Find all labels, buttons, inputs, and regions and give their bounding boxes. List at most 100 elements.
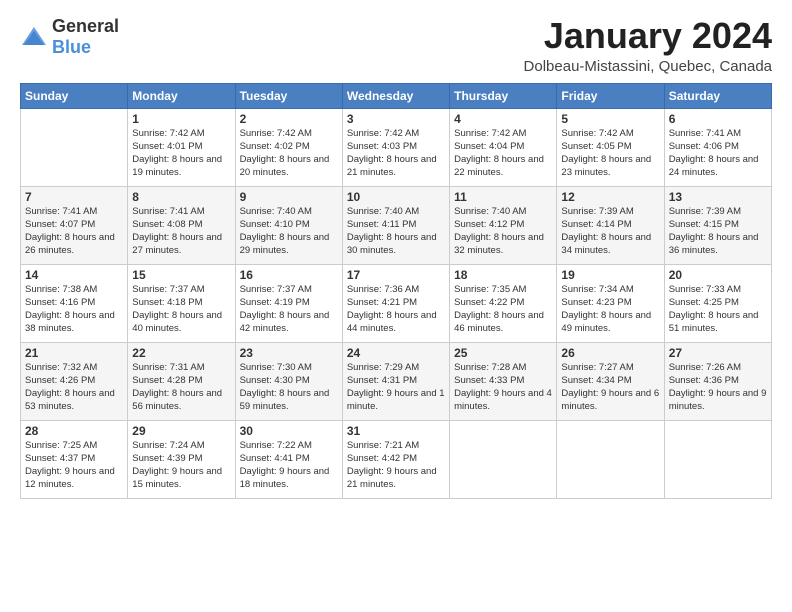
- calendar-cell: [664, 420, 771, 498]
- day-info: Sunrise: 7:40 AMSunset: 4:11 PMDaylight:…: [347, 205, 445, 258]
- day-info: Sunrise: 7:35 AMSunset: 4:22 PMDaylight:…: [454, 283, 552, 336]
- day-info: Sunrise: 7:42 AMSunset: 4:04 PMDaylight:…: [454, 127, 552, 180]
- calendar-table: Sunday Monday Tuesday Wednesday Thursday…: [20, 83, 772, 499]
- calendar-week-row: 14 Sunrise: 7:38 AMSunset: 4:16 PMDaylig…: [21, 264, 772, 342]
- header-friday: Friday: [557, 83, 664, 108]
- calendar-cell: 18 Sunrise: 7:35 AMSunset: 4:22 PMDaylig…: [450, 264, 557, 342]
- day-info: Sunrise: 7:40 AMSunset: 4:10 PMDaylight:…: [240, 205, 338, 258]
- day-info: Sunrise: 7:40 AMSunset: 4:12 PMDaylight:…: [454, 205, 552, 258]
- day-info: Sunrise: 7:41 AMSunset: 4:06 PMDaylight:…: [669, 127, 767, 180]
- page: General Blue January 2024 Dolbeau-Mistas…: [0, 0, 792, 509]
- day-number: 30: [240, 424, 338, 438]
- location-title: Dolbeau-Mistassini, Quebec, Canada: [524, 58, 772, 75]
- day-info: Sunrise: 7:38 AMSunset: 4:16 PMDaylight:…: [25, 283, 123, 336]
- logo-icon: [20, 23, 48, 51]
- header-sunday: Sunday: [21, 83, 128, 108]
- calendar-cell: 8 Sunrise: 7:41 AMSunset: 4:08 PMDayligh…: [128, 186, 235, 264]
- day-number: 27: [669, 346, 767, 360]
- calendar-cell: 4 Sunrise: 7:42 AMSunset: 4:04 PMDayligh…: [450, 108, 557, 186]
- calendar-cell: 5 Sunrise: 7:42 AMSunset: 4:05 PMDayligh…: [557, 108, 664, 186]
- day-info: Sunrise: 7:42 AMSunset: 4:05 PMDaylight:…: [561, 127, 659, 180]
- day-number: 13: [669, 190, 767, 204]
- calendar-cell: 21 Sunrise: 7:32 AMSunset: 4:26 PMDaylig…: [21, 342, 128, 420]
- calendar-cell: 12 Sunrise: 7:39 AMSunset: 4:14 PMDaylig…: [557, 186, 664, 264]
- day-info: Sunrise: 7:32 AMSunset: 4:26 PMDaylight:…: [25, 361, 123, 414]
- day-number: 25: [454, 346, 552, 360]
- day-info: Sunrise: 7:24 AMSunset: 4:39 PMDaylight:…: [132, 439, 230, 492]
- calendar-week-row: 7 Sunrise: 7:41 AMSunset: 4:07 PMDayligh…: [21, 186, 772, 264]
- day-info: Sunrise: 7:39 AMSunset: 4:14 PMDaylight:…: [561, 205, 659, 258]
- day-number: 9: [240, 190, 338, 204]
- day-number: 21: [25, 346, 123, 360]
- calendar-cell: 22 Sunrise: 7:31 AMSunset: 4:28 PMDaylig…: [128, 342, 235, 420]
- day-info: Sunrise: 7:27 AMSunset: 4:34 PMDaylight:…: [561, 361, 659, 414]
- header-monday: Monday: [128, 83, 235, 108]
- day-number: 8: [132, 190, 230, 204]
- calendar-cell: 19 Sunrise: 7:34 AMSunset: 4:23 PMDaylig…: [557, 264, 664, 342]
- day-info: Sunrise: 7:36 AMSunset: 4:21 PMDaylight:…: [347, 283, 445, 336]
- calendar-cell: 27 Sunrise: 7:26 AMSunset: 4:36 PMDaylig…: [664, 342, 771, 420]
- calendar-cell: 14 Sunrise: 7:38 AMSunset: 4:16 PMDaylig…: [21, 264, 128, 342]
- header-saturday: Saturday: [664, 83, 771, 108]
- day-info: Sunrise: 7:26 AMSunset: 4:36 PMDaylight:…: [669, 361, 767, 414]
- day-info: Sunrise: 7:42 AMSunset: 4:01 PMDaylight:…: [132, 127, 230, 180]
- day-info: Sunrise: 7:37 AMSunset: 4:19 PMDaylight:…: [240, 283, 338, 336]
- calendar-cell: 25 Sunrise: 7:28 AMSunset: 4:33 PMDaylig…: [450, 342, 557, 420]
- day-number: 15: [132, 268, 230, 282]
- day-info: Sunrise: 7:33 AMSunset: 4:25 PMDaylight:…: [669, 283, 767, 336]
- day-number: 26: [561, 346, 659, 360]
- calendar-cell: 29 Sunrise: 7:24 AMSunset: 4:39 PMDaylig…: [128, 420, 235, 498]
- day-info: Sunrise: 7:42 AMSunset: 4:02 PMDaylight:…: [240, 127, 338, 180]
- day-info: Sunrise: 7:31 AMSunset: 4:28 PMDaylight:…: [132, 361, 230, 414]
- header-thursday: Thursday: [450, 83, 557, 108]
- calendar-week-row: 21 Sunrise: 7:32 AMSunset: 4:26 PMDaylig…: [21, 342, 772, 420]
- calendar-cell: 7 Sunrise: 7:41 AMSunset: 4:07 PMDayligh…: [21, 186, 128, 264]
- title-area: January 2024 Dolbeau-Mistassini, Quebec,…: [524, 16, 772, 75]
- day-info: Sunrise: 7:29 AMSunset: 4:31 PMDaylight:…: [347, 361, 445, 414]
- weekday-header-row: Sunday Monday Tuesday Wednesday Thursday…: [21, 83, 772, 108]
- day-info: Sunrise: 7:25 AMSunset: 4:37 PMDaylight:…: [25, 439, 123, 492]
- day-number: 5: [561, 112, 659, 126]
- day-info: Sunrise: 7:41 AMSunset: 4:08 PMDaylight:…: [132, 205, 230, 258]
- day-number: 7: [25, 190, 123, 204]
- day-number: 20: [669, 268, 767, 282]
- day-info: Sunrise: 7:22 AMSunset: 4:41 PMDaylight:…: [240, 439, 338, 492]
- calendar-week-row: 28 Sunrise: 7:25 AMSunset: 4:37 PMDaylig…: [21, 420, 772, 498]
- day-number: 29: [132, 424, 230, 438]
- calendar-cell: 20 Sunrise: 7:33 AMSunset: 4:25 PMDaylig…: [664, 264, 771, 342]
- day-number: 11: [454, 190, 552, 204]
- calendar-cell: 16 Sunrise: 7:37 AMSunset: 4:19 PMDaylig…: [235, 264, 342, 342]
- day-number: 31: [347, 424, 445, 438]
- day-info: Sunrise: 7:34 AMSunset: 4:23 PMDaylight:…: [561, 283, 659, 336]
- day-info: Sunrise: 7:37 AMSunset: 4:18 PMDaylight:…: [132, 283, 230, 336]
- calendar-cell: 3 Sunrise: 7:42 AMSunset: 4:03 PMDayligh…: [342, 108, 449, 186]
- logo-blue: Blue: [52, 37, 91, 57]
- calendar-cell: 24 Sunrise: 7:29 AMSunset: 4:31 PMDaylig…: [342, 342, 449, 420]
- calendar-cell: 26 Sunrise: 7:27 AMSunset: 4:34 PMDaylig…: [557, 342, 664, 420]
- day-number: 12: [561, 190, 659, 204]
- day-number: 14: [25, 268, 123, 282]
- day-number: 16: [240, 268, 338, 282]
- calendar-week-row: 1 Sunrise: 7:42 AMSunset: 4:01 PMDayligh…: [21, 108, 772, 186]
- day-number: 18: [454, 268, 552, 282]
- day-info: Sunrise: 7:21 AMSunset: 4:42 PMDaylight:…: [347, 439, 445, 492]
- calendar-cell: 10 Sunrise: 7:40 AMSunset: 4:11 PMDaylig…: [342, 186, 449, 264]
- header-wednesday: Wednesday: [342, 83, 449, 108]
- calendar-cell: 15 Sunrise: 7:37 AMSunset: 4:18 PMDaylig…: [128, 264, 235, 342]
- calendar-cell: 1 Sunrise: 7:42 AMSunset: 4:01 PMDayligh…: [128, 108, 235, 186]
- day-number: 1: [132, 112, 230, 126]
- day-info: Sunrise: 7:39 AMSunset: 4:15 PMDaylight:…: [669, 205, 767, 258]
- calendar-cell: 28 Sunrise: 7:25 AMSunset: 4:37 PMDaylig…: [21, 420, 128, 498]
- day-info: Sunrise: 7:30 AMSunset: 4:30 PMDaylight:…: [240, 361, 338, 414]
- day-number: 10: [347, 190, 445, 204]
- day-number: 28: [25, 424, 123, 438]
- calendar-cell: 13 Sunrise: 7:39 AMSunset: 4:15 PMDaylig…: [664, 186, 771, 264]
- calendar-cell: 11 Sunrise: 7:40 AMSunset: 4:12 PMDaylig…: [450, 186, 557, 264]
- header-tuesday: Tuesday: [235, 83, 342, 108]
- calendar-cell: 31 Sunrise: 7:21 AMSunset: 4:42 PMDaylig…: [342, 420, 449, 498]
- day-number: 24: [347, 346, 445, 360]
- calendar-cell: 30 Sunrise: 7:22 AMSunset: 4:41 PMDaylig…: [235, 420, 342, 498]
- calendar-cell: 23 Sunrise: 7:30 AMSunset: 4:30 PMDaylig…: [235, 342, 342, 420]
- day-number: 23: [240, 346, 338, 360]
- day-number: 17: [347, 268, 445, 282]
